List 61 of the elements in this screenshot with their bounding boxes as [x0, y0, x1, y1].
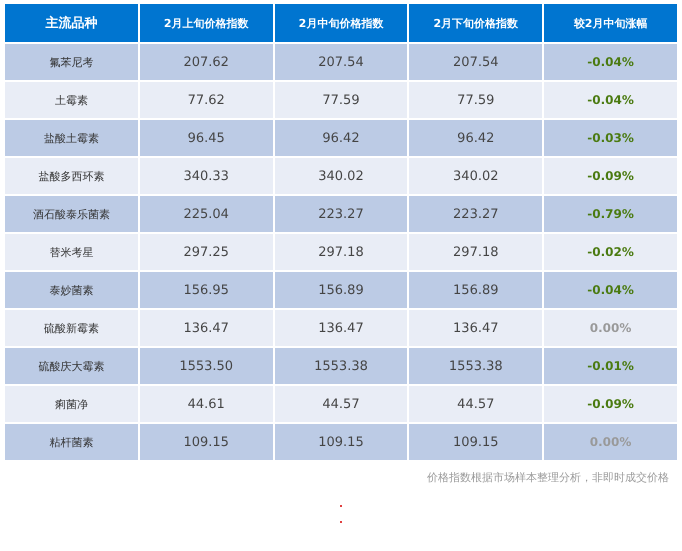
column-header: 2月中旬价格指数: [274, 3, 408, 43]
price-index-cell: 77.62: [138, 81, 274, 119]
price-index-cell: 297.18: [408, 233, 544, 271]
column-header: 较2月中旬涨幅: [543, 3, 678, 43]
price-index-cell: 207.54: [408, 43, 544, 81]
price-index-cell: 207.54: [274, 43, 408, 81]
price-index-cell: 297.25: [138, 233, 274, 271]
column-header: 2月下旬价格指数: [408, 3, 544, 43]
price-index-cell: 77.59: [274, 81, 408, 119]
price-index-cell: 109.15: [408, 423, 544, 461]
drug-name-cell: 泰妙菌素: [4, 271, 139, 309]
source-note: 价格指数根据市场样本整理分析，非即时成交价格: [427, 470, 669, 485]
change-cell: -0.04%: [543, 271, 678, 309]
change-cell: -0.04%: [543, 81, 678, 119]
change-cell: -0.01%: [543, 347, 678, 385]
price-index-cell: 340.33: [138, 157, 274, 195]
change-cell: 0.00%: [543, 423, 678, 461]
price-index-cell: 77.59: [408, 81, 544, 119]
change-cell: -0.09%: [543, 157, 678, 195]
price-index-cell: 223.27: [408, 195, 544, 233]
price-index-cell: 136.47: [274, 309, 408, 347]
price-index-cell: 297.18: [274, 233, 408, 271]
price-index-cell: 340.02: [408, 157, 544, 195]
drug-name-cell: 痢菌净: [4, 385, 139, 423]
drug-name-cell: 土霉素: [4, 81, 139, 119]
change-cell: -0.04%: [543, 43, 678, 81]
price-index-cell: 1553.38: [408, 347, 544, 385]
drug-name-cell: 硫酸庆大霉素: [4, 347, 139, 385]
drug-name-cell: 替米考星: [4, 233, 139, 271]
change-cell: -0.79%: [543, 195, 678, 233]
change-cell: -0.02%: [543, 233, 678, 271]
price-index-cell: 44.57: [408, 385, 544, 423]
drug-name-cell: 盐酸多西环素: [4, 157, 139, 195]
price-index-cell: 109.15: [274, 423, 408, 461]
change-cell: -0.03%: [543, 119, 678, 157]
price-index-cell: 156.89: [408, 271, 544, 309]
column-header: 主流品种: [4, 3, 139, 43]
price-index-cell: 44.57: [274, 385, 408, 423]
price-index-cell: 225.04: [138, 195, 274, 233]
price-index-cell: 207.62: [138, 43, 274, 81]
price-index-cell: 340.02: [274, 157, 408, 195]
price-index-cell: 136.47: [408, 309, 544, 347]
price-index-cell: 156.95: [138, 271, 274, 309]
price-index-cell: 96.42: [408, 119, 544, 157]
price-index-cell: 44.61: [138, 385, 274, 423]
price-index-cell: 156.89: [274, 271, 408, 309]
price-index-cell: 1553.50: [138, 347, 274, 385]
price-index-cell: 136.47: [138, 309, 274, 347]
price-index-cell: 109.15: [138, 423, 274, 461]
column-header: 2月上旬价格指数: [138, 3, 274, 43]
price-index-cell: 96.45: [138, 119, 274, 157]
change-cell: 0.00%: [543, 309, 678, 347]
drug-name-cell: 氟苯尼考: [4, 43, 139, 81]
price-index-cell: 1553.38: [274, 347, 408, 385]
drug-name-cell: 酒石酸泰乐菌素: [4, 195, 139, 233]
change-cell: -0.09%: [543, 385, 678, 423]
drug-name-cell: 硫酸新霉素: [4, 309, 139, 347]
price-index-cell: 223.27: [274, 195, 408, 233]
drug-name-cell: 粘杆菌素: [4, 423, 139, 461]
drug-name-cell: 盐酸土霉素: [4, 119, 139, 157]
price-index-cell: 96.42: [274, 119, 408, 157]
